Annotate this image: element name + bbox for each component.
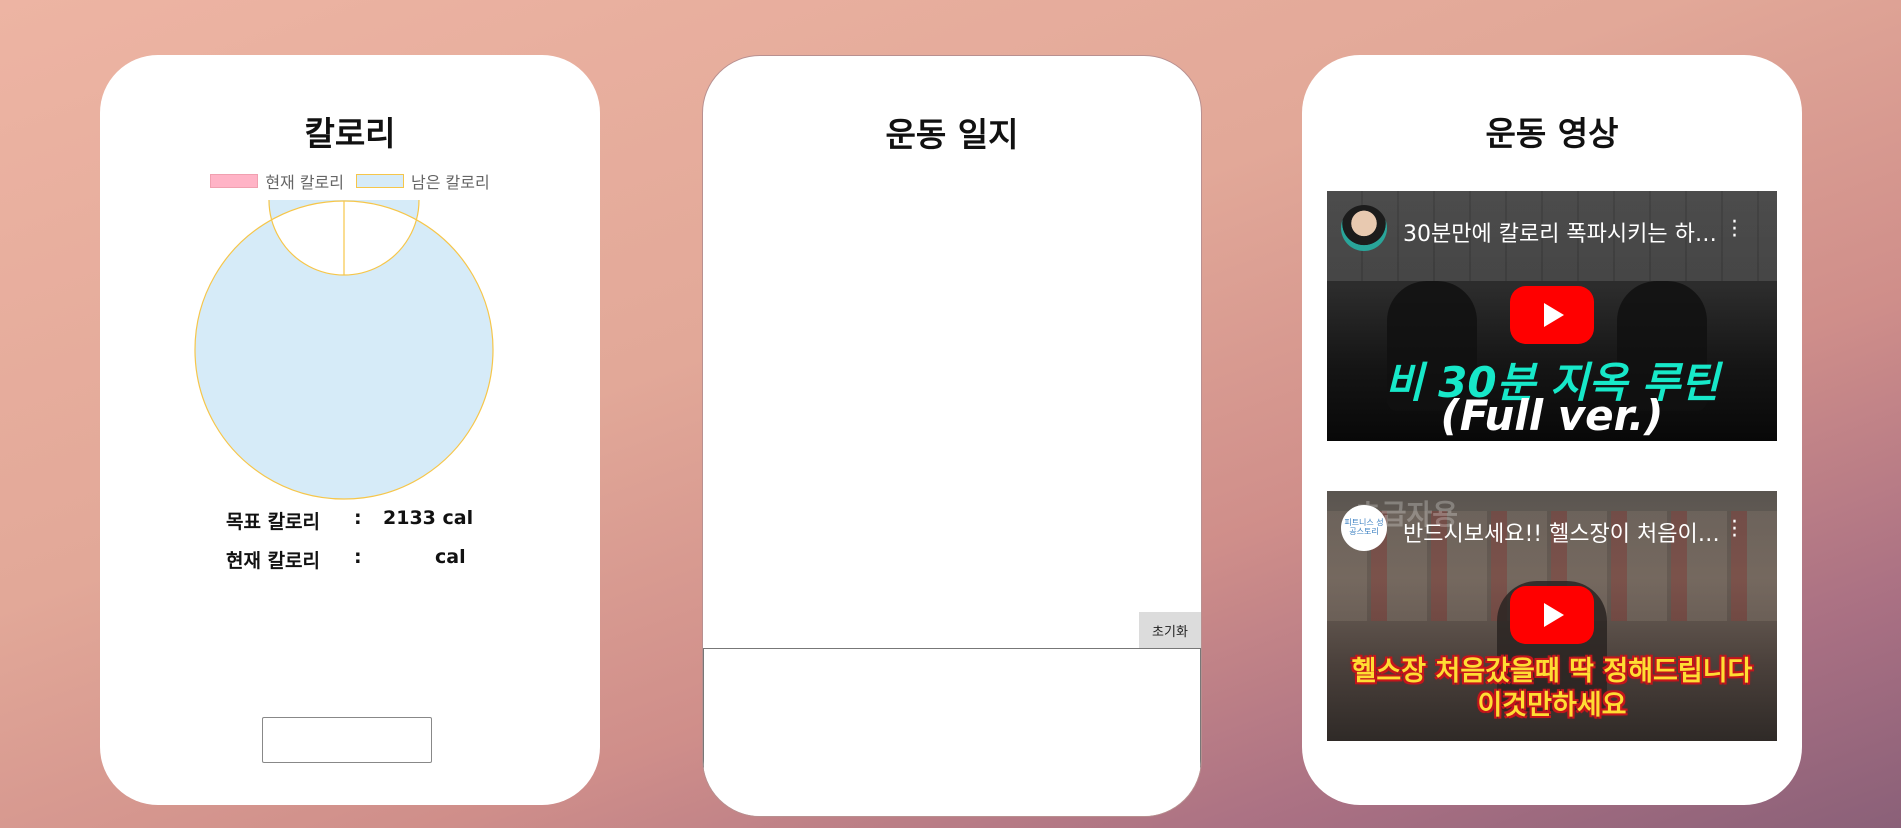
legend-remaining[interactable]: 남은 칼로리 — [356, 169, 490, 193]
legend-current-swatch — [210, 174, 259, 188]
current-calorie-label: 현재 칼로리 — [226, 550, 321, 572]
legend-current[interactable]: 현재 칼로리 — [210, 169, 344, 193]
legend-current-label: 현재 칼로리 — [265, 173, 344, 192]
calorie-donut-chart — [194, 200, 494, 500]
video-1-play-button[interactable] — [1510, 286, 1594, 344]
video-card-title: 운동 영상 — [1485, 114, 1619, 153]
target-calorie-value: 2133 — [383, 507, 436, 529]
play-icon — [1544, 603, 1564, 627]
exercise-log-card: 운동 일지 초기화 — [702, 55, 1202, 817]
legend-remaining-swatch — [356, 174, 404, 188]
current-calorie-unit: cal — [435, 546, 466, 568]
video-2-caption-line2: 이것만하세요 — [1477, 690, 1627, 721]
video-2-channel-avatar[interactable]: 피트니스 성공스토리 — [1341, 505, 1387, 551]
target-calorie-value-wrap: 2133 cal — [383, 507, 483, 529]
calorie-input[interactable] — [262, 717, 432, 763]
target-calorie-row: 목표 칼로리 : 2133 cal — [100, 507, 600, 539]
video-1-more-icon[interactable]: · · · — [1731, 212, 1738, 248]
video-1-channel-avatar[interactable] — [1341, 205, 1387, 251]
chart-legend: 현재 칼로리 남은 칼로리 — [100, 169, 600, 193]
log-textarea[interactable] — [703, 648, 1201, 816]
video-2-title[interactable]: 반드시보세요!! 헬스장이 처음이라면 — [1403, 516, 1721, 548]
target-calorie-unit: cal — [442, 507, 474, 529]
exercise-video-card: 운동 영상 30분만에 칼로리 폭파시키는 하체 30분 지옥 루틴 ··· 비… — [1302, 55, 1802, 805]
log-title: 운동 일지 — [885, 115, 1019, 154]
current-calorie-colon: : — [354, 546, 362, 568]
video-2-more-icon[interactable]: · · · — [1731, 512, 1738, 548]
video-2-play-button[interactable] — [1510, 586, 1594, 644]
legend-remaining-label: 남은 칼로리 — [411, 173, 490, 192]
video-1-caption-line2: (Full ver.) — [1440, 391, 1664, 440]
video-1-title[interactable]: 30분만에 칼로리 폭파시키는 하체 30분 지옥 루틴 — [1403, 216, 1721, 248]
target-calorie-colon: : — [354, 507, 362, 529]
video-embed-2[interactable]: 초급자용 피트니스 성공스토리 반드시보세요!! 헬스장이 처음이라면 · · · … — [1327, 491, 1777, 741]
reset-button[interactable]: 초기화 — [1139, 612, 1201, 648]
video-embed-1[interactable]: 30분만에 칼로리 폭파시키는 하체 30분 지옥 루틴 ··· 비 30분 지… — [1327, 191, 1777, 441]
play-icon — [1544, 303, 1564, 327]
target-calorie-label: 목표 칼로리 — [226, 511, 321, 533]
calorie-title: 칼로리 — [304, 114, 396, 153]
current-calorie-row: 현재 칼로리 : cal — [100, 546, 600, 578]
calorie-card: 칼로리 현재 칼로리 남은 칼로리 목표 칼로리 : 2133 cal 현재 칼… — [100, 55, 600, 805]
